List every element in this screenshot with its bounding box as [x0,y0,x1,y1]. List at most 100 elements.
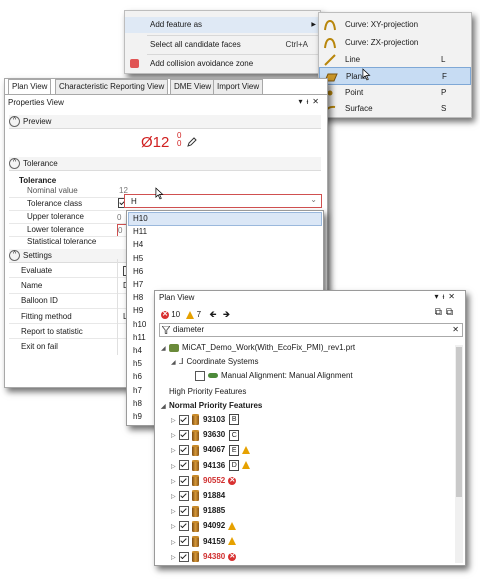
clear-search-icon[interactable]: ✕ [452,324,459,336]
tab-import-view[interactable]: Import View [213,79,264,94]
tree-node-file[interactable]: ◢ MiCAT_Demo_Work(With_EcoFix_PMI)_rev1.p… [161,341,355,355]
dropdown-icon[interactable]: ▾ [299,97,307,106]
copy-icon[interactable]: ⧉ [435,307,446,318]
feature-row[interactable]: ▷ 91885 [171,504,225,518]
feature-row[interactable]: ▷ 94136 D [171,459,251,474]
expand-icon[interactable]: ▷ [171,536,179,550]
menu-item-add-feature-as[interactable]: Add feature as ▶ [125,17,320,33]
search-box[interactable]: diameter ✕ [159,323,463,337]
feature-id: 94092 [203,521,226,531]
curve-icon [324,19,336,31]
tolerance-class-input[interactable]: H [131,196,137,207]
warning-icon [228,537,237,546]
expand-icon[interactable]: ▷ [171,520,179,534]
feature-checkbox[interactable] [179,551,189,562]
status-counters[interactable]: ✕ 10 7 🡸 🡺 [161,308,230,320]
feature-row[interactable]: ▷ 94067 E [171,443,251,458]
preview-dimension-symbol: Ø12 [141,134,170,151]
copy-icon[interactable]: ⧉ [446,307,457,318]
statistical-tolerance-label: Statistical tolerance [27,237,97,246]
tab-dme-view[interactable]: DME View [170,79,216,94]
expand-icon[interactable]: ▷ [171,429,179,443]
dropdown-option[interactable]: H8 [133,291,143,305]
dropdown-option[interactable]: h5 [133,357,142,371]
warning-icon [186,310,195,319]
tree-node-coordinate-systems[interactable]: ◢ ⅃ Coordinate Systems [171,355,259,369]
feature-row[interactable]: ▷ 93630 C [171,428,240,443]
submenu-item-curve-xy[interactable]: Curve: XY-projection [319,16,471,34]
tree-node-normal-priority[interactable]: ◢ Normal Priority Features [161,399,262,413]
upper-tolerance-field[interactable]: 0 [117,212,121,223]
feature-checkbox[interactable] [179,445,189,456]
tree-node-high-priority[interactable]: High Priority Features [169,385,246,399]
exit-on-fail-label: Exit on fail [21,342,58,351]
close-icon[interactable]: ✕ [448,292,459,301]
dropdown-option[interactable]: H5 [133,252,143,266]
submenu-arrow-icon: ▶ [311,22,316,28]
dropdown-option[interactable]: H4 [133,238,143,252]
dropdown-option[interactable]: H10 [133,212,148,226]
collapse-icon: ^ [9,158,20,170]
datum-label: D [229,459,240,471]
arrow-right-icon[interactable]: 🡺 [223,309,230,319]
dropdown-option[interactable]: H6 [133,265,143,279]
dropdown-option[interactable]: h9 [133,410,142,424]
feature-row[interactable]: ▷ 94092 [171,519,237,534]
expand-icon[interactable]: ▷ [171,460,179,474]
submenu-item-plane[interactable]: Plane F [319,67,471,85]
feature-checkbox[interactable] [179,414,189,425]
feature-row[interactable]: ▷ 93103 B [171,413,240,428]
expand-icon[interactable]: ▷ [171,505,179,519]
expand-icon[interactable]: ▷ [171,490,179,504]
feature-checkbox[interactable] [179,475,189,486]
feature-row[interactable]: ▷ 91884 [171,489,225,503]
expand-icon[interactable]: ▷ [171,475,179,489]
feature-id: 91885 [203,506,226,516]
expand-icon[interactable]: ▷ [171,444,179,458]
collision-zone-icon [130,59,139,68]
feature-row[interactable]: ▷ 90552 ✕ [171,474,237,489]
feature-checkbox[interactable] [179,521,189,532]
feature-checkbox[interactable] [179,430,189,441]
evaluate-label: Evaluate [21,266,53,275]
preview-section-header[interactable]: ^ Preview [9,115,321,129]
dropdown-option[interactable]: h8 [133,397,142,411]
dropdown-option[interactable]: h11 [133,331,146,345]
feature-row[interactable]: ▷ 94380 ✕ [171,550,237,563]
dropdown-icon[interactable]: ▾ [435,292,443,301]
tab-plan-view[interactable]: Plan View [8,79,52,94]
tab-characteristic-reporting-view[interactable]: Characteristic Reporting View [55,79,169,94]
chevron-down-icon[interactable]: ⌄ [310,195,317,204]
scrollbar-thumb[interactable] [456,347,462,497]
menu-item-select-all-candidate-faces[interactable]: Select all candidate faces Ctrl+A [125,37,320,53]
dropdown-option[interactable]: H11 [133,225,147,239]
feature-checkbox[interactable] [179,536,189,547]
dropdown-option[interactable]: h10 [133,318,146,332]
submenu-item-surface[interactable]: Surface S [319,100,471,118]
search-input[interactable]: diameter [173,324,204,336]
feature-checkbox[interactable] [179,506,189,517]
feature-checkbox[interactable] [179,490,189,501]
upper-tolerance-label: Upper tolerance [27,212,84,221]
tolerance-section-header[interactable]: ^ Tolerance [9,157,321,171]
menu-item-add-collision-avoidance-zone[interactable]: Add collision avoidance zone [125,56,320,72]
dropdown-option[interactable]: h4 [133,344,142,358]
expand-icon[interactable]: ▷ [171,551,179,563]
feature-checkbox[interactable] [179,460,189,471]
tolerance-class-combobox[interactable]: H ⌄ [124,187,322,208]
mouse-cursor-icon [362,68,371,81]
dropdown-option[interactable]: h6 [133,370,142,384]
tree-node-manual-alignment[interactable]: Manual Alignment: Manual Alignment [195,369,353,383]
submenu-item-curve-zx[interactable]: Curve: ZX-projection [319,34,471,52]
close-icon[interactable]: ✕ [312,97,323,106]
expand-icon[interactable]: ▷ [171,414,179,428]
feature-row[interactable]: ▷ 94159 [171,535,237,550]
edit-pencil-icon[interactable] [187,137,197,147]
dropdown-option[interactable]: h7 [133,384,142,398]
checkbox[interactable] [195,370,205,381]
feature-id: 94380 [203,551,226,561]
dropdown-option[interactable]: H7 [133,278,143,292]
dropdown-option[interactable]: H9 [133,304,143,318]
arrow-left-icon[interactable]: 🡸 [209,309,216,319]
error-icon: ✕ [228,552,237,561]
